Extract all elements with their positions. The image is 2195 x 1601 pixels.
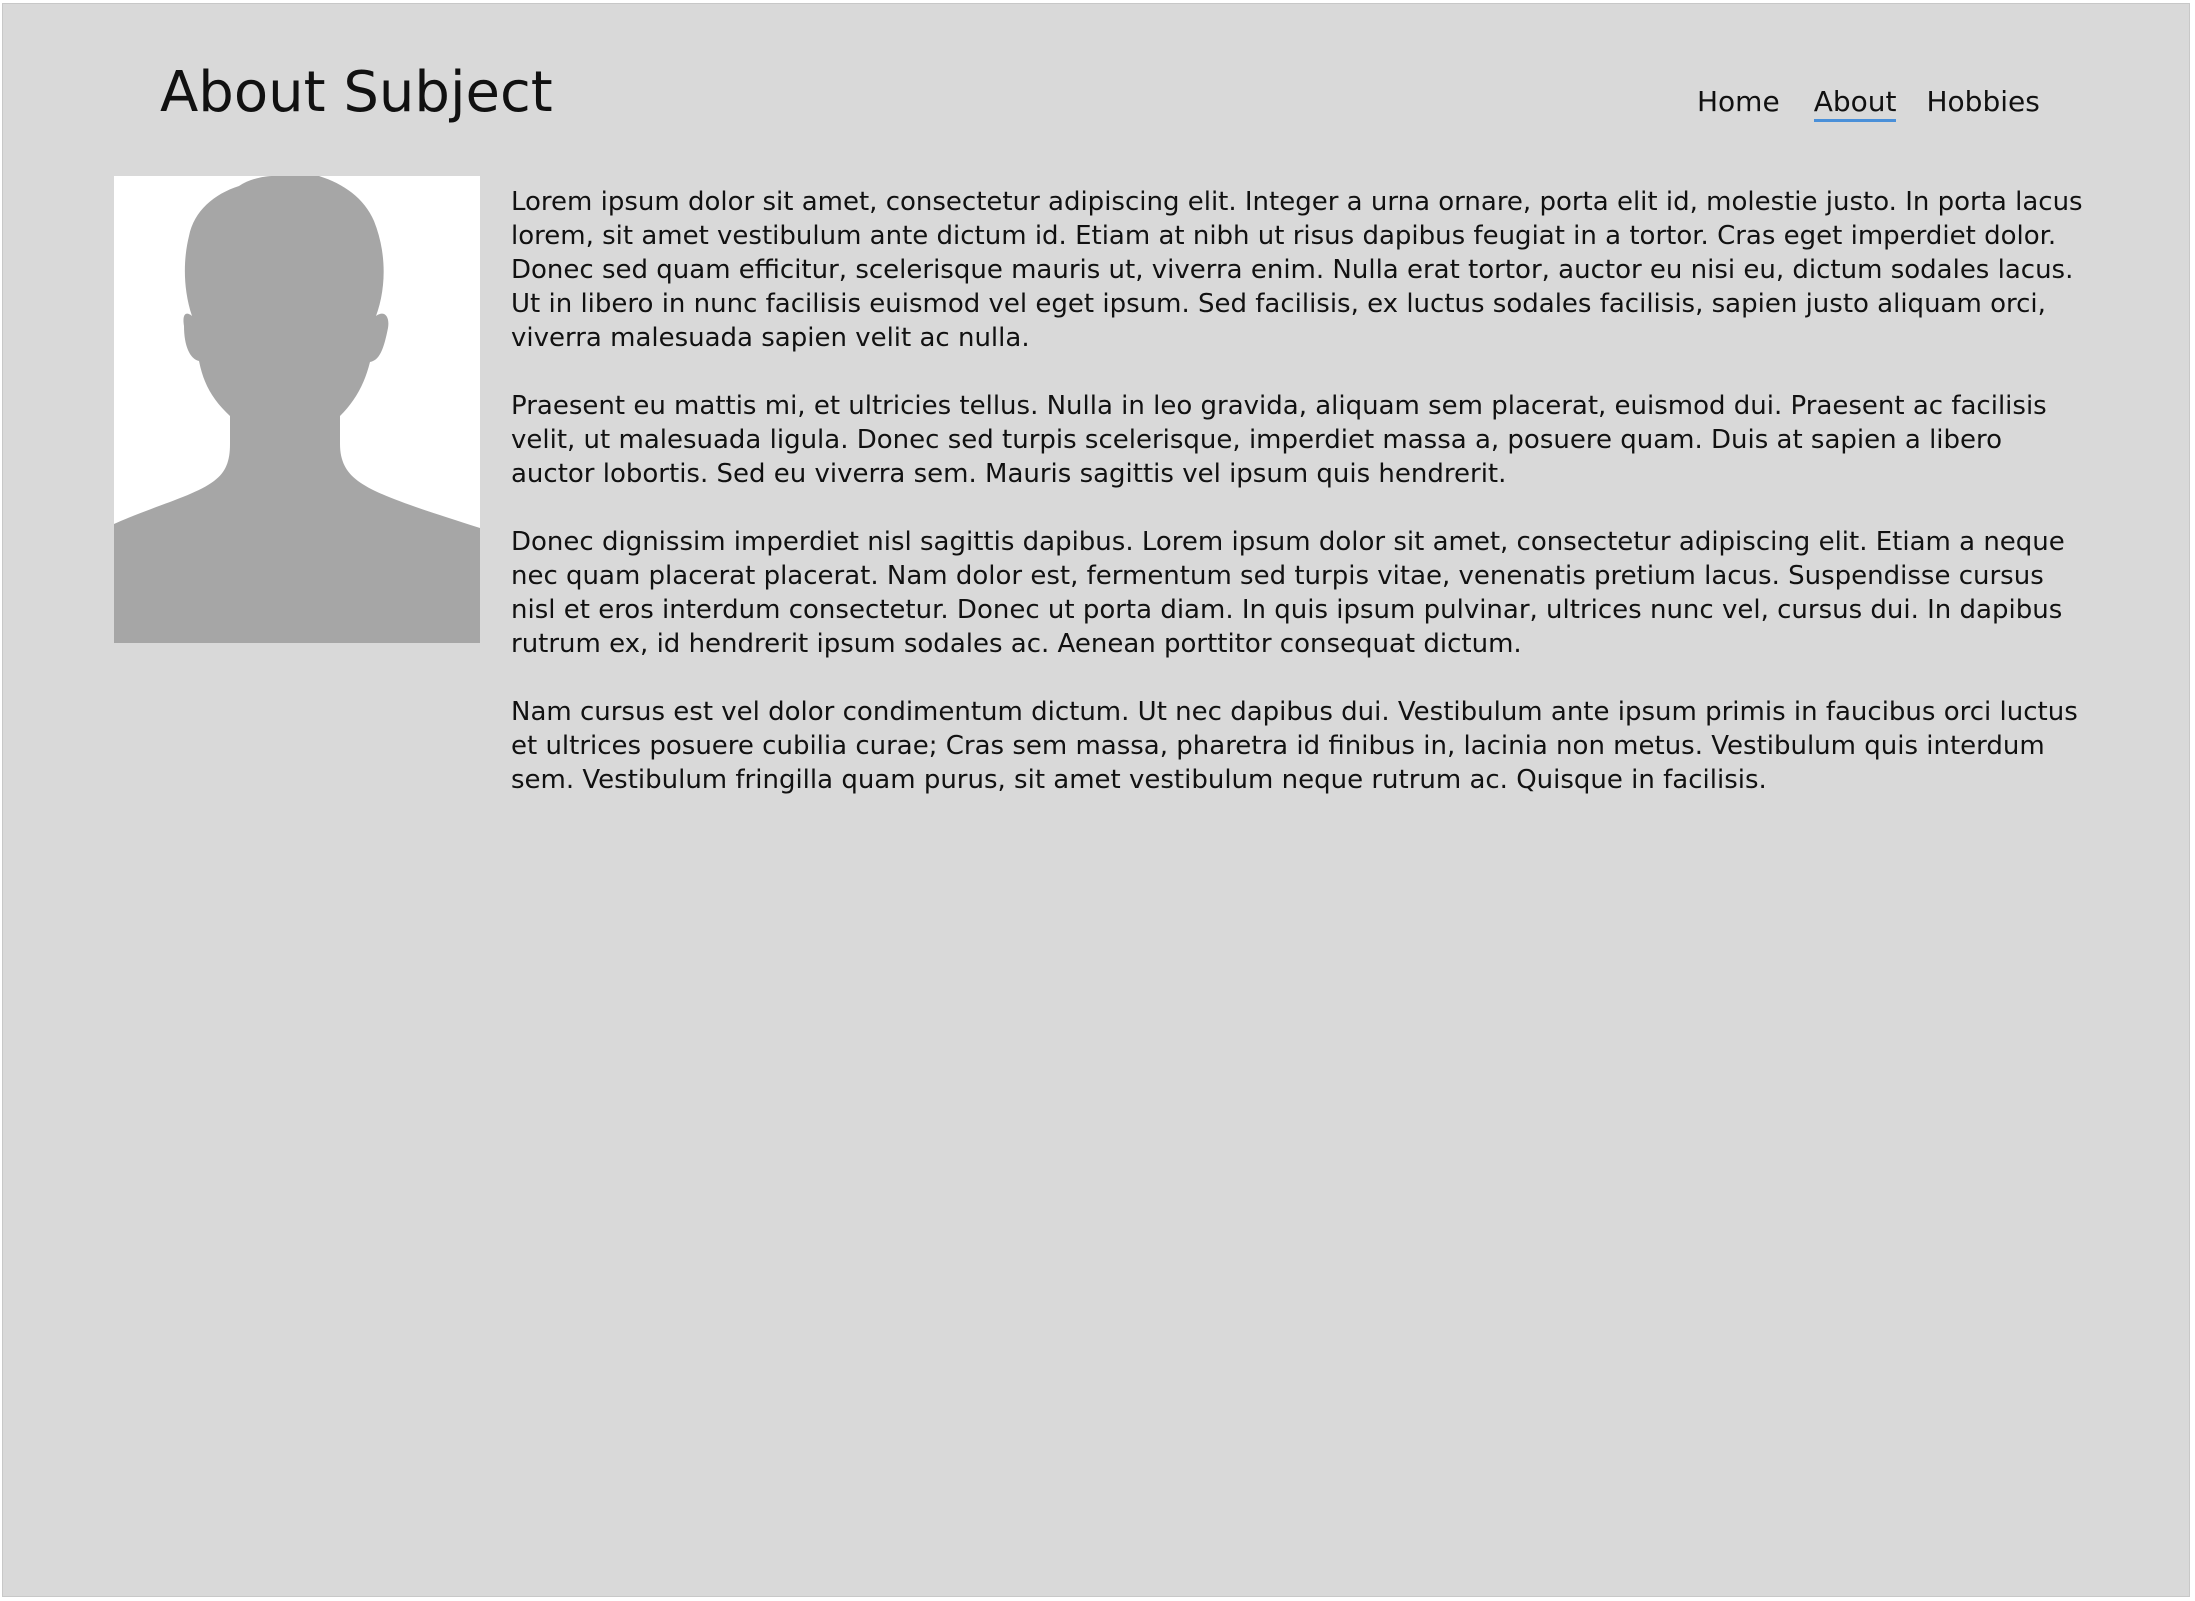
nav-link-about[interactable]: About <box>1813 84 1896 122</box>
about-paragraph: Nam cursus est vel dolor condimentum dic… <box>511 697 2078 795</box>
about-content: Lorem ipsum dolor sit amet, consectetur … <box>511 185 2091 831</box>
about-paragraph: Donec dignissim imperdiet nisl sagittis … <box>511 527 2065 659</box>
nav-link-home[interactable]: Home <box>1697 84 1780 120</box>
page: About Subject Home About Hobbies Lorem i… <box>2 3 2190 1597</box>
about-paragraph: Lorem ipsum dolor sit amet, consectetur … <box>511 187 2083 353</box>
person-silhouette-icon <box>114 176 480 643</box>
page-title: About Subject <box>160 60 553 125</box>
about-paragraph: Praesent eu mattis mi, et ultricies tell… <box>511 391 2047 489</box>
avatar <box>114 176 480 643</box>
nav-link-hobbies[interactable]: Hobbies <box>1926 84 2039 120</box>
top-nav: Home About Hobbies <box>1697 84 2040 122</box>
